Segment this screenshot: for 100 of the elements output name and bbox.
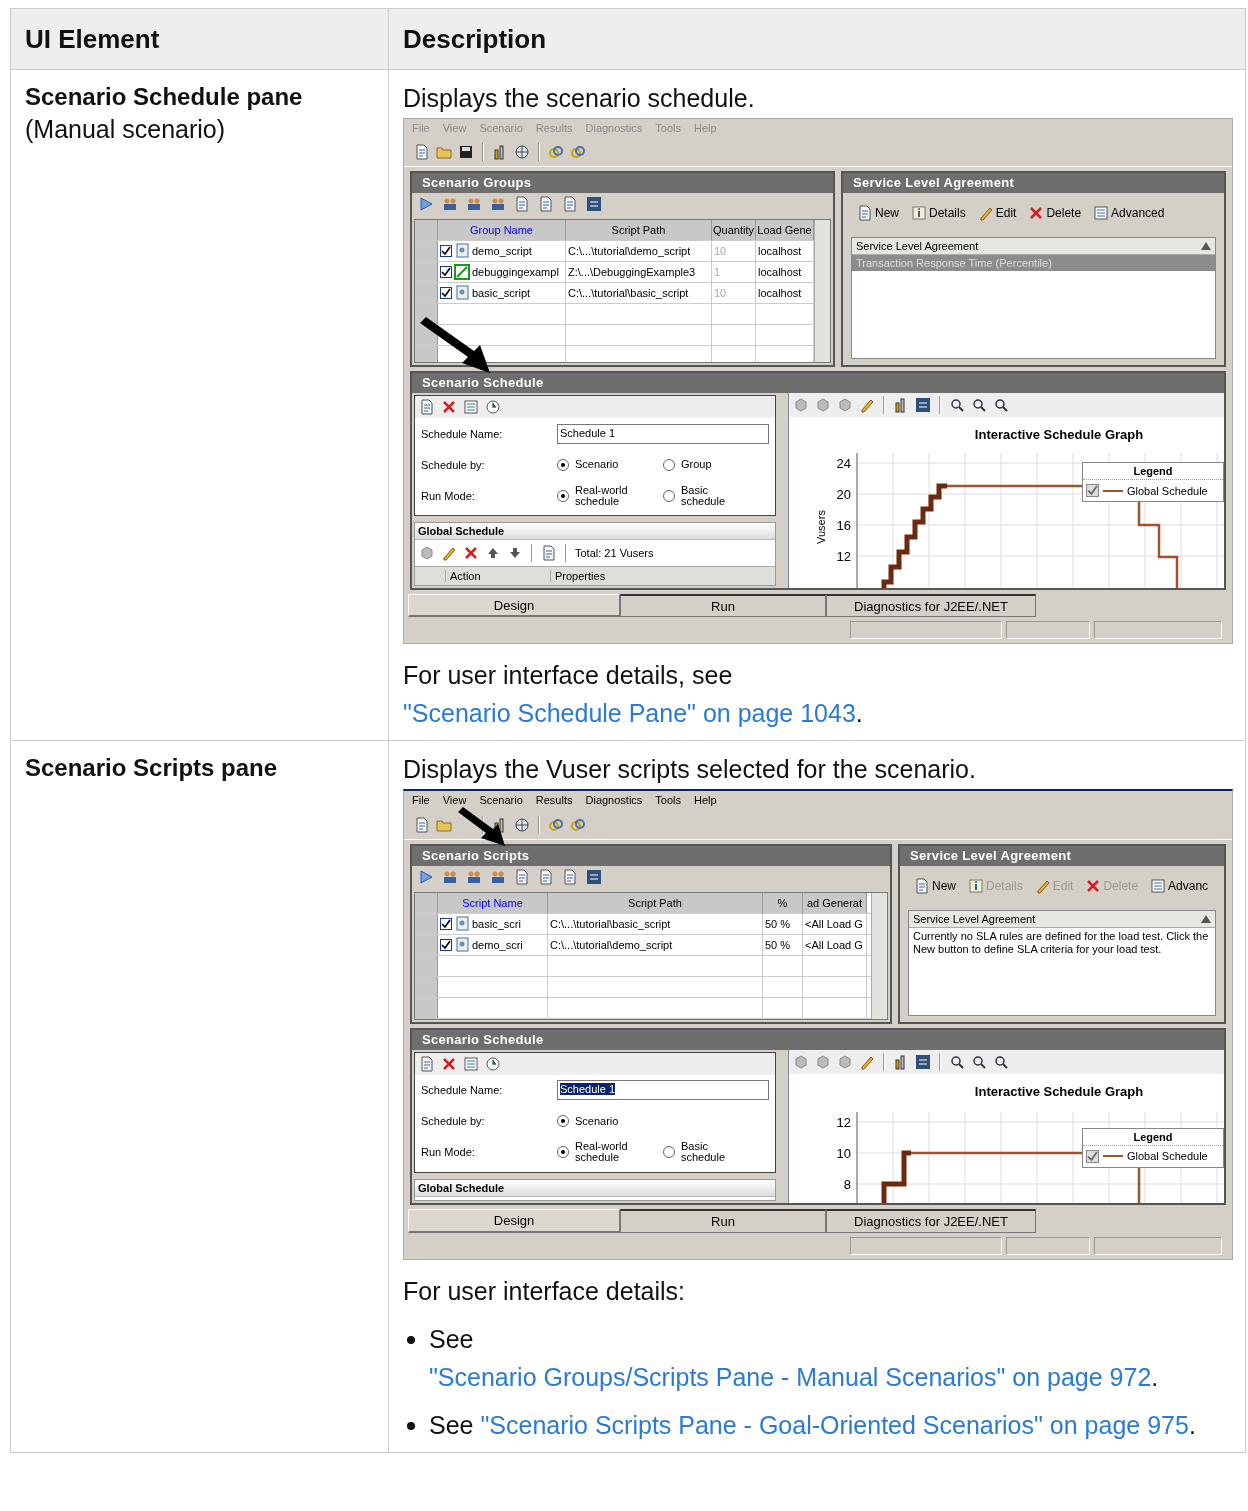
toolbar-button[interactable]: Edit (973, 205, 1021, 222)
radio-option[interactable]: Real-world schedule (557, 1141, 663, 1164)
menu-item[interactable]: Results (535, 794, 573, 808)
radio-button[interactable] (557, 458, 569, 471)
schedule-name-field[interactable]: Schedule 1 (557, 423, 769, 444)
grid-icon[interactable] (586, 196, 602, 213)
radio-option[interactable]: Real-world schedule (557, 484, 663, 507)
pencil-icon[interactable] (977, 205, 994, 222)
globe-icon[interactable] (514, 144, 530, 161)
column-header[interactable]: Properties (550, 570, 655, 583)
list-icon[interactable] (463, 399, 479, 416)
column-header[interactable]: Group Name (438, 220, 566, 241)
toolbar-button[interactable]: Advanc (1146, 877, 1213, 894)
grid-icon[interactable] (915, 397, 931, 414)
checkbox[interactable] (440, 917, 452, 930)
radio-button[interactable] (557, 1115, 569, 1128)
scrollbar[interactable] (871, 892, 887, 1019)
play-icon[interactable] (418, 868, 434, 885)
column-header[interactable]: Quantity (712, 220, 756, 241)
toolbar-button[interactable]: Delete (1024, 205, 1086, 222)
grid-icon[interactable] (586, 868, 602, 885)
checkbox[interactable] (440, 245, 452, 258)
magnifier-icon[interactable] (993, 1053, 1009, 1070)
checkbox[interactable] (440, 938, 452, 951)
magnifier-icon[interactable] (971, 1053, 987, 1070)
document-icon[interactable] (562, 196, 578, 213)
document-icon[interactable] (562, 868, 578, 885)
tab[interactable]: Run (620, 594, 826, 618)
radio-option[interactable]: Basic schedule (663, 484, 769, 507)
radio-button[interactable] (663, 458, 675, 471)
radio-button[interactable] (557, 489, 569, 502)
page-link[interactable]: "Scenario Groups/Scripts Pane - Manual Scenarios" on page 972 (429, 1363, 1152, 1391)
column-header[interactable]: % (763, 892, 803, 913)
pencil-icon[interactable] (441, 545, 457, 562)
column-header[interactable]: Script Path (566, 220, 712, 241)
document-icon[interactable] (914, 877, 930, 894)
folder-icon[interactable] (436, 144, 452, 161)
list-icon[interactable] (1093, 205, 1110, 222)
rings-icon[interactable] (570, 144, 586, 161)
document-icon[interactable] (419, 399, 435, 416)
magnifier-icon[interactable] (949, 1053, 965, 1070)
clock-icon[interactable] (485, 1055, 501, 1072)
play-icon[interactable] (418, 196, 434, 213)
document-icon[interactable] (414, 816, 430, 833)
toolbar-button[interactable]: New (853, 205, 903, 222)
radio-option[interactable]: Scenario (557, 1115, 697, 1128)
schedule-name-field[interactable]: Schedule 1 (557, 1080, 769, 1101)
column-header[interactable]: Script Name (438, 892, 548, 913)
column-header[interactable]: ad Generat (803, 892, 867, 913)
tab[interactable]: Design (408, 594, 620, 618)
grid-icon[interactable] (915, 1053, 931, 1070)
menu-item[interactable]: File (412, 794, 430, 808)
column-header[interactable]: Action (445, 570, 550, 583)
save-icon[interactable] (458, 144, 474, 161)
tab[interactable]: Diagnostics for J2EE/.NET (826, 594, 1036, 618)
cross-icon[interactable] (441, 1055, 457, 1072)
list-icon[interactable] (1150, 877, 1167, 894)
radio-button[interactable] (663, 489, 675, 502)
radio-option[interactable]: Group (663, 458, 769, 471)
tab[interactable]: Run (620, 1209, 826, 1234)
document-icon[interactable] (857, 205, 873, 222)
radio-option[interactable]: Basic schedule (663, 1141, 769, 1164)
rings-icon[interactable] (548, 144, 564, 161)
radio-option[interactable]: Scenario (557, 458, 663, 471)
toolbar-button[interactable]: Details (907, 205, 970, 222)
rings-icon[interactable] (548, 816, 564, 833)
tab[interactable]: Diagnostics for J2EE/.NET (826, 1209, 1036, 1234)
rings-icon[interactable] (570, 816, 586, 833)
document-icon[interactable] (538, 196, 554, 213)
clock-icon[interactable] (485, 399, 501, 416)
document-icon[interactable] (419, 1055, 435, 1072)
info-icon[interactable] (911, 205, 927, 222)
menu-item[interactable]: Tools (655, 794, 682, 808)
globe-icon[interactable] (514, 816, 530, 833)
sort-arrow-icon[interactable] (1201, 914, 1211, 923)
document-icon[interactable] (514, 868, 530, 885)
checkbox[interactable] (1086, 484, 1099, 498)
document-icon[interactable] (414, 144, 430, 161)
column-header[interactable]: Load Gene (756, 220, 814, 241)
magnifier-icon[interactable] (949, 397, 965, 414)
checkbox[interactable] (1086, 1149, 1099, 1163)
users-icon[interactable] (466, 196, 482, 213)
menu-item[interactable]: Scenario (479, 794, 523, 808)
toolbar-button[interactable]: New (910, 877, 960, 894)
checkbox[interactable] (440, 266, 452, 279)
list-icon[interactable] (463, 1055, 479, 1072)
document-icon[interactable] (541, 545, 557, 562)
radio-button[interactable] (663, 1146, 675, 1159)
scrollbar[interactable] (814, 220, 830, 363)
document-icon[interactable] (538, 868, 554, 885)
menu-item[interactable]: Help (694, 794, 717, 808)
toolbar-button[interactable]: Advanced (1089, 205, 1169, 222)
checkbox[interactable] (440, 287, 452, 300)
magnifier-icon[interactable] (993, 397, 1009, 414)
column-header[interactable]: Script Path (548, 892, 763, 913)
tab[interactable]: Design (408, 1209, 620, 1234)
menu-item[interactable]: Diagnostics (585, 794, 643, 808)
pencil-icon[interactable] (859, 397, 875, 414)
radio-button[interactable] (557, 1146, 569, 1159)
document-icon[interactable] (514, 196, 530, 213)
